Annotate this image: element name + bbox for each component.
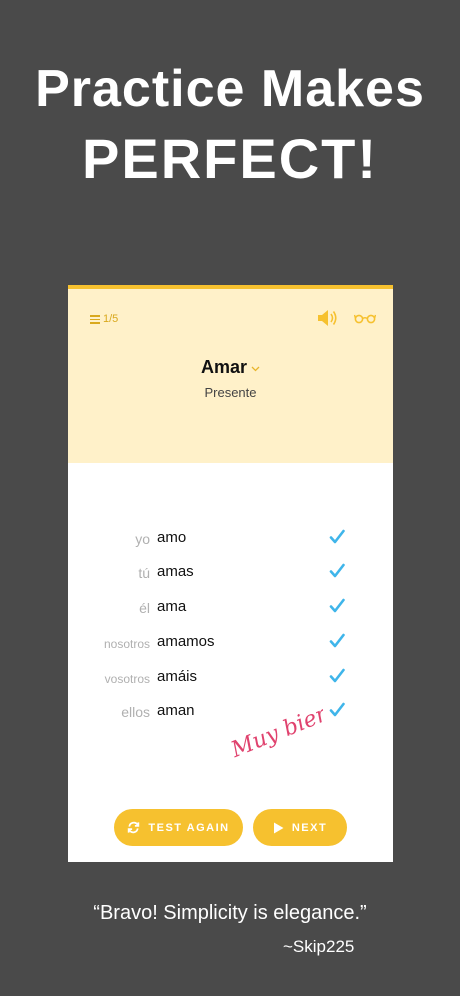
headline: Practice Makes PERFECT! [0,58,460,192]
testimonial-author: ~Skip225 [283,937,355,956]
conjugated-form: amamos [157,633,215,650]
conjugation-row: yo amo [68,527,393,551]
counter-label: 1/5 [103,313,119,325]
refresh-icon [128,821,140,834]
testimonial-quote: “Bravo! Simplicity is elegance.” [93,902,367,924]
speaker-icon[interactable] [317,309,339,327]
menu-icon[interactable] [90,315,100,324]
tense-label: Presente [204,385,257,400]
pronoun-label: tú [138,565,150,581]
headline-line-1: Practice Makes [35,60,425,118]
conjugated-form: amas [157,563,194,580]
next-label: NEXT [291,821,328,834]
handwritten-signature: Muy bien [227,701,323,759]
check-icon [329,563,345,578]
check-icon [329,598,345,613]
conjugation-row: nosotros amamos [68,631,393,655]
conjugation-row: él ama [68,596,393,620]
test-again-label: TEST AGAIN [148,821,230,834]
check-icon [329,529,345,544]
glasses-icon[interactable] [354,312,376,324]
play-icon [273,822,284,833]
signature-text: Muy bien [227,701,323,759]
next-button[interactable]: NEXT [253,809,347,846]
conjugation-row: vosotros amáis [68,666,393,690]
verb-header: 1/5 Amar Presente [68,285,393,463]
pronoun-label: vosotros [104,672,150,686]
progress-counter[interactable]: 1/5 [90,313,118,325]
app-screenshot: 1/5 Amar Presente yo amo tú amas él ama [68,285,393,862]
conjugation-row: tú amas [68,561,393,585]
verb-title: Amar [200,357,248,377]
conjugated-form: amo [157,529,187,546]
pronoun-label: ellos [121,704,150,720]
pronoun-label: nosotros [103,637,150,651]
check-icon [329,668,345,683]
conjugated-form: ama [157,598,187,615]
chevron-down-icon[interactable] [251,366,260,372]
pronoun-label: él [139,600,150,616]
headline-line-2: PERFECT! [82,127,378,190]
conjugated-form: aman [157,702,195,719]
check-icon [329,702,345,717]
verb-selector[interactable]: Amar [68,357,393,378]
check-icon [329,633,345,648]
test-again-button[interactable]: TEST AGAIN [114,809,243,846]
conjugated-form: amáis [157,668,198,685]
pronoun-label: yo [135,531,150,547]
